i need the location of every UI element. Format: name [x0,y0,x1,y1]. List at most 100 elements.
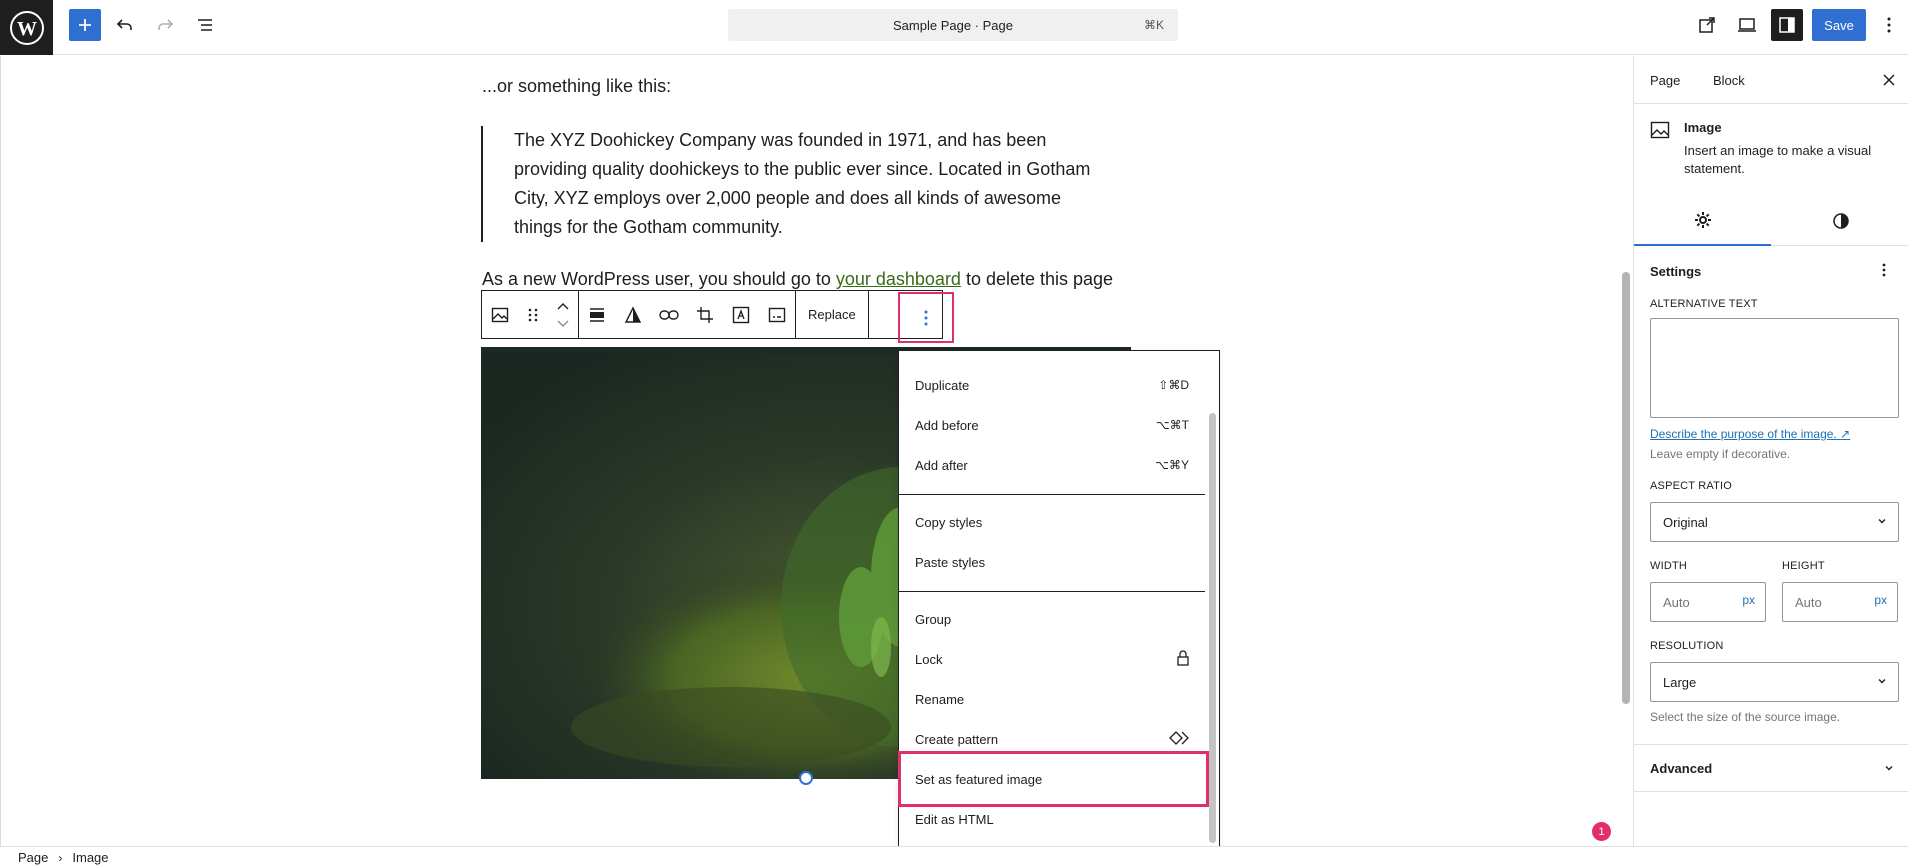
device-preview-icon[interactable] [1731,9,1763,41]
menu-item-label: Group [915,611,952,627]
document-title: Sample Page · Page [893,17,1013,33]
resolution-help-text: Select the size of the source image. [1650,710,1841,724]
menu-item-label: Add before [915,417,979,433]
tab-block[interactable]: Block [1713,56,1745,104]
resolution-label: RESOLUTION [1650,640,1724,652]
resolution-value: Large [1663,674,1697,690]
resolution-select[interactable]: Large [1650,662,1899,702]
drag-handle-icon[interactable] [518,291,548,338]
duotone-filter-icon[interactable] [615,291,651,338]
wordpress-logo-icon[interactable]: W [0,0,53,55]
width-unit[interactable]: px [1742,593,1755,607]
menu-item-label: Rename [915,691,965,707]
aspect-ratio-select[interactable]: Original [1650,502,1899,542]
caption-icon[interactable] [759,291,795,338]
menu-item-label: Duplicate [915,377,970,393]
menu-item-copy-styles[interactable]: Copy styles [899,502,1205,542]
chevron-down-icon [1883,761,1895,779]
move-up-down-icon[interactable] [548,291,578,338]
view-page-icon[interactable] [1691,9,1723,41]
lock-icon [1177,649,1189,669]
height-label: HEIGHT [1782,560,1825,572]
crop-icon[interactable] [687,291,723,338]
alt-help-link-text: Describe the purpose of the image. [1650,427,1837,441]
breadcrumb-page[interactable]: Page [18,850,48,865]
aspect-ratio-value: Original [1663,514,1708,530]
tab-page[interactable]: Page [1650,56,1680,104]
menu-item-duplicate[interactable]: Duplicate ⇧⌘D [899,365,1205,405]
chevron-right-icon: › [58,850,63,865]
menu-item-label: Edit as HTML [915,811,994,827]
block-options-button[interactable] [898,292,954,343]
aspect-ratio-label: ASPECT RATIO [1650,480,1733,492]
redo-button[interactable] [149,9,181,41]
styles-tab-contrast-icon[interactable] [1772,196,1908,246]
options-menu-icon[interactable] [1873,9,1905,41]
block-title: Image [1684,120,1722,135]
settings-heading: Settings [1650,264,1702,279]
quote-text: The XYZ Doohickey Company was founded in… [514,130,1091,237]
menu-item-add-before[interactable]: Add before ⌥⌘T [899,405,1205,445]
alt-text-field[interactable] [1650,318,1899,418]
sidebar-tabs: Page Block [1634,56,1908,104]
menu-item-label: Copy styles [915,514,983,530]
menu-scrollbar[interactable] [1209,413,1216,843]
editor-top-bar: W Sample Page · Page ⌘K Save [0,0,1908,55]
breadcrumb-image[interactable]: Image [72,850,108,865]
chevron-down-icon [1876,675,1888,690]
replace-group: Replace [796,291,869,338]
replace-button[interactable]: Replace [796,291,868,338]
command-shortcut: ⌘K [1143,18,1164,32]
block-breadcrumb: Page › Image [0,846,1908,868]
advanced-label: Advanced [1650,761,1713,776]
width-label: WIDTH [1650,560,1688,572]
alt-text-label: ALTERNATIVE TEXT [1650,298,1758,310]
image-block-icon[interactable] [482,291,518,338]
settings-sidebar-toggle[interactable] [1771,9,1803,41]
block-description: Insert an image to make a visual stateme… [1684,143,1872,176]
save-button[interactable]: Save [1812,9,1866,41]
block-tools-group [579,291,796,338]
height-unit[interactable]: px [1874,593,1887,607]
block-type-group [482,291,579,338]
advanced-panel-toggle[interactable]: Advanced [1634,744,1908,792]
menu-item-shortcut: ⌥⌘T [1155,418,1189,432]
block-toolbar: Replace [481,290,943,339]
align-icon[interactable] [579,291,615,338]
menu-item-rename[interactable]: Rename [899,679,1205,719]
menu-item-label: Create pattern [915,731,999,747]
height-input[interactable]: Auto px [1782,582,1898,622]
text-overlay-icon[interactable] [723,291,759,338]
menu-item-group[interactable]: Group [899,599,1205,639]
alt-help-link[interactable]: Describe the purpose of the image. ↗ [1650,427,1850,441]
svg-text:W: W [17,18,37,40]
document-overview-button[interactable] [189,9,221,41]
dashboard-link[interactable]: your dashboard [836,269,961,289]
quote-block[interactable]: The XYZ Doohickey Company was founded in… [481,126,1101,242]
close-icon[interactable] [1877,68,1901,92]
link-icon[interactable] [651,291,687,338]
menu-item-shortcut: ⌥⌘Y [1155,458,1189,472]
settings-tab-gear-icon[interactable] [1634,196,1771,246]
notification-badge[interactable]: 1 [1592,822,1611,841]
height-placeholder: Auto [1795,594,1822,610]
menu-divider [899,591,1205,592]
image-block-icon [1650,120,1670,145]
featured-image-highlight [898,751,1209,807]
menu-item-add-after[interactable]: Add after ⌥⌘Y [899,445,1205,485]
external-link-icon: ↗ [1840,427,1851,441]
settings-options-icon[interactable] [1874,260,1894,280]
canvas-scrollbar[interactable] [1622,272,1630,704]
settings-sidebar: Page Block Image Insert an image to make… [1633,56,1908,846]
width-input[interactable]: Auto px [1650,582,1766,622]
menu-item-label: Lock [915,651,943,667]
undo-button[interactable] [109,9,141,41]
intro-paragraph[interactable]: ...or something like this: [482,72,671,101]
block-inspector-tabs [1634,196,1908,246]
add-block-button[interactable] [69,9,101,41]
paragraph-text-before: As a new WordPress user, you should go t… [482,269,836,289]
image-resize-handle[interactable] [799,771,813,785]
command-palette-bar[interactable]: Sample Page · Page ⌘K [728,9,1178,41]
menu-item-lock[interactable]: Lock [899,639,1205,679]
menu-item-paste-styles[interactable]: Paste styles [899,542,1205,582]
